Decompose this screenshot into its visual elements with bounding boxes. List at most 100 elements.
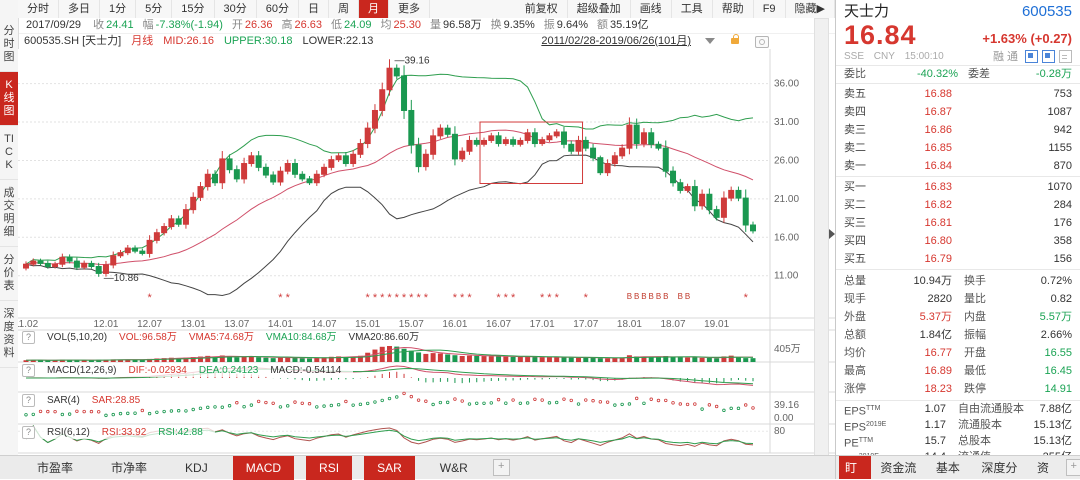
view-sidebar: 分时图K线图TICK成交明细分价表深度资料 [0,18,19,455]
info-label-9: 额 [597,19,608,31]
help-icon[interactable]: ? [22,394,35,407]
indicator-tab-3[interactable]: MACD [233,456,294,480]
indicator-tab-6[interactable]: W&R [427,456,481,480]
sell-row-3[interactable]: 卖二16.851155 [836,139,1080,157]
period-tab-6[interactable]: 60分 [257,0,299,18]
stat-value: 0.72% [986,272,1072,290]
tool-tab-3[interactable]: 工具 [672,0,713,18]
indicator-tab-4[interactable]: RSI [306,456,352,480]
stock-name: 天士力 [844,3,889,21]
currency-label: CNY [874,51,895,62]
weicha-value: -0.28万 [990,66,1072,83]
buy-row-0[interactable]: 买一16.831070 [836,178,1080,196]
ph-sar-part-0: SAR(4) [47,395,80,406]
help-icon[interactable]: ? [22,364,35,377]
buy-row-2[interactable]: 买三16.81176 [836,214,1080,232]
add-panel-tab-button[interactable]: + [1066,459,1080,476]
panel-tab-1[interactable]: 资金流向 [874,456,927,480]
period-tab-3[interactable]: 5分 [136,0,172,18]
ohlc-info-bar: 2017/09/29 收24.41幅-7.38%(-1.94)开26.36高26… [18,18,841,34]
sell-row-4[interactable]: 卖一16.84870 [836,157,1080,175]
tool-tab-2[interactable]: 画线 [631,0,672,18]
indicator-part-0: 600535.SH [天士力] [24,35,121,47]
period-tab-5[interactable]: 30分 [215,0,257,18]
stat-value: 14.91 [986,380,1072,398]
panel-tab-3[interactable]: 深度分析 [975,456,1028,480]
sell-price: 16.85 [880,139,952,157]
screenshot-icon[interactable] [755,36,769,48]
buy-row-3[interactable]: 买四16.80358 [836,232,1080,250]
help-icon[interactable]: ? [22,426,35,439]
unlock-icon[interactable] [731,38,739,44]
vertical-scrollbar[interactable] [814,18,829,457]
period-tab-9[interactable]: 月 [359,0,389,18]
ph-vol-part-4: VMA20:86.60万 [349,332,420,343]
stat-label: 最低 [964,362,986,380]
sell-label: 卖四 [844,103,880,121]
stock-code[interactable]: 600535 [1022,3,1072,21]
tool-tab-5[interactable]: F9 [754,0,786,18]
indicator-tab-1[interactable]: 市净率 [98,456,160,480]
help-icon[interactable]: ? [22,331,35,344]
svg-text:*: * [453,292,458,304]
indicator-tab-2[interactable]: KDJ [172,456,221,480]
tool-tab-4[interactable]: 帮助 [713,0,754,18]
fund-row-2: PETTM15.7总股本15.13亿 [836,433,1080,449]
quote-time: 15:00:10 [905,51,944,62]
stat-label: 内盘 [964,308,986,326]
tool-tab-6[interactable]: 隐藏▶ [786,0,835,18]
tool-tab-0[interactable]: 前复权 [516,0,568,18]
ph-macd-part-2: DEA:0.24123 [199,365,259,376]
svg-text:31.00: 31.00 [774,117,799,128]
sell-row-2[interactable]: 卖三16.86942 [836,121,1080,139]
indicator-tab-0[interactable]: 市盈率 [24,456,86,480]
sidebar-item-5[interactable]: 深度资料 [0,301,18,368]
svg-text:B: B [685,292,690,301]
sidebar-item-0[interactable]: 分时图 [0,18,18,72]
info-value-8: 9.64% [557,19,588,31]
quote-stats: 总量10.94万换手0.72%现手2820量比0.82外盘5.37万内盘5.57… [836,270,1080,401]
chart-icon[interactable] [1042,50,1055,63]
buy-row-1[interactable]: 买二16.82284 [836,196,1080,214]
info-label-3: 高 [281,19,292,31]
sidebar-item-1[interactable]: K线图 [0,72,18,126]
buy-row-4[interactable]: 买五16.79156 [836,250,1080,268]
buy-price: 16.79 [880,250,952,268]
indicator-tab-5[interactable]: SAR [364,456,415,480]
corner-block [0,0,18,19]
add-icon[interactable] [1059,50,1072,63]
period-tab-2[interactable]: 1分 [100,0,136,18]
ph-vol-part-3: VMA10:84.68万 [266,332,337,343]
note-icon[interactable] [1025,50,1038,63]
sell-label: 卖三 [844,121,880,139]
period-tab-0[interactable]: 分时 [18,0,59,18]
badge-1: 通 [1007,51,1018,63]
svg-text:11.00: 11.00 [774,271,799,282]
market-label: SSE [844,51,864,62]
period-tab-1[interactable]: 多日 [59,0,100,18]
sell-row-1[interactable]: 卖四16.871087 [836,103,1080,121]
svg-text:B: B [656,292,661,301]
svg-text:15.07: 15.07 [399,319,424,330]
date-range-selector[interactable]: 2011/02/28-2019/06/26(101月) [541,33,749,49]
svg-text:*: * [467,292,472,304]
panel-tab-4[interactable]: 资讯 [1031,456,1063,480]
period-tab-8[interactable]: 周 [329,0,359,18]
period-tab-10[interactable]: 更多 [389,0,430,18]
svg-text:*: * [286,292,291,304]
svg-text:—39.16: —39.16 [395,55,430,66]
svg-text:36.00: 36.00 [774,79,799,90]
sell-row-0[interactable]: 卖五16.88753 [836,85,1080,103]
tool-tab-1[interactable]: 超级叠加 [568,0,631,18]
sidebar-item-4[interactable]: 分价表 [0,247,18,301]
sell-label: 卖一 [844,157,880,175]
panel-tab-0[interactable]: 盯盘 [839,456,871,480]
period-tab-4[interactable]: 15分 [172,0,214,18]
svg-text:*: * [416,292,421,304]
panel-tab-2[interactable]: 基本面 [930,456,972,480]
add-indicator-tab-button[interactable]: + [493,459,510,476]
chevron-down-icon[interactable] [705,38,715,44]
sidebar-item-2[interactable]: TICK [0,126,18,180]
period-tab-7[interactable]: 日 [299,0,329,18]
sidebar-item-3[interactable]: 成交明细 [0,180,18,247]
